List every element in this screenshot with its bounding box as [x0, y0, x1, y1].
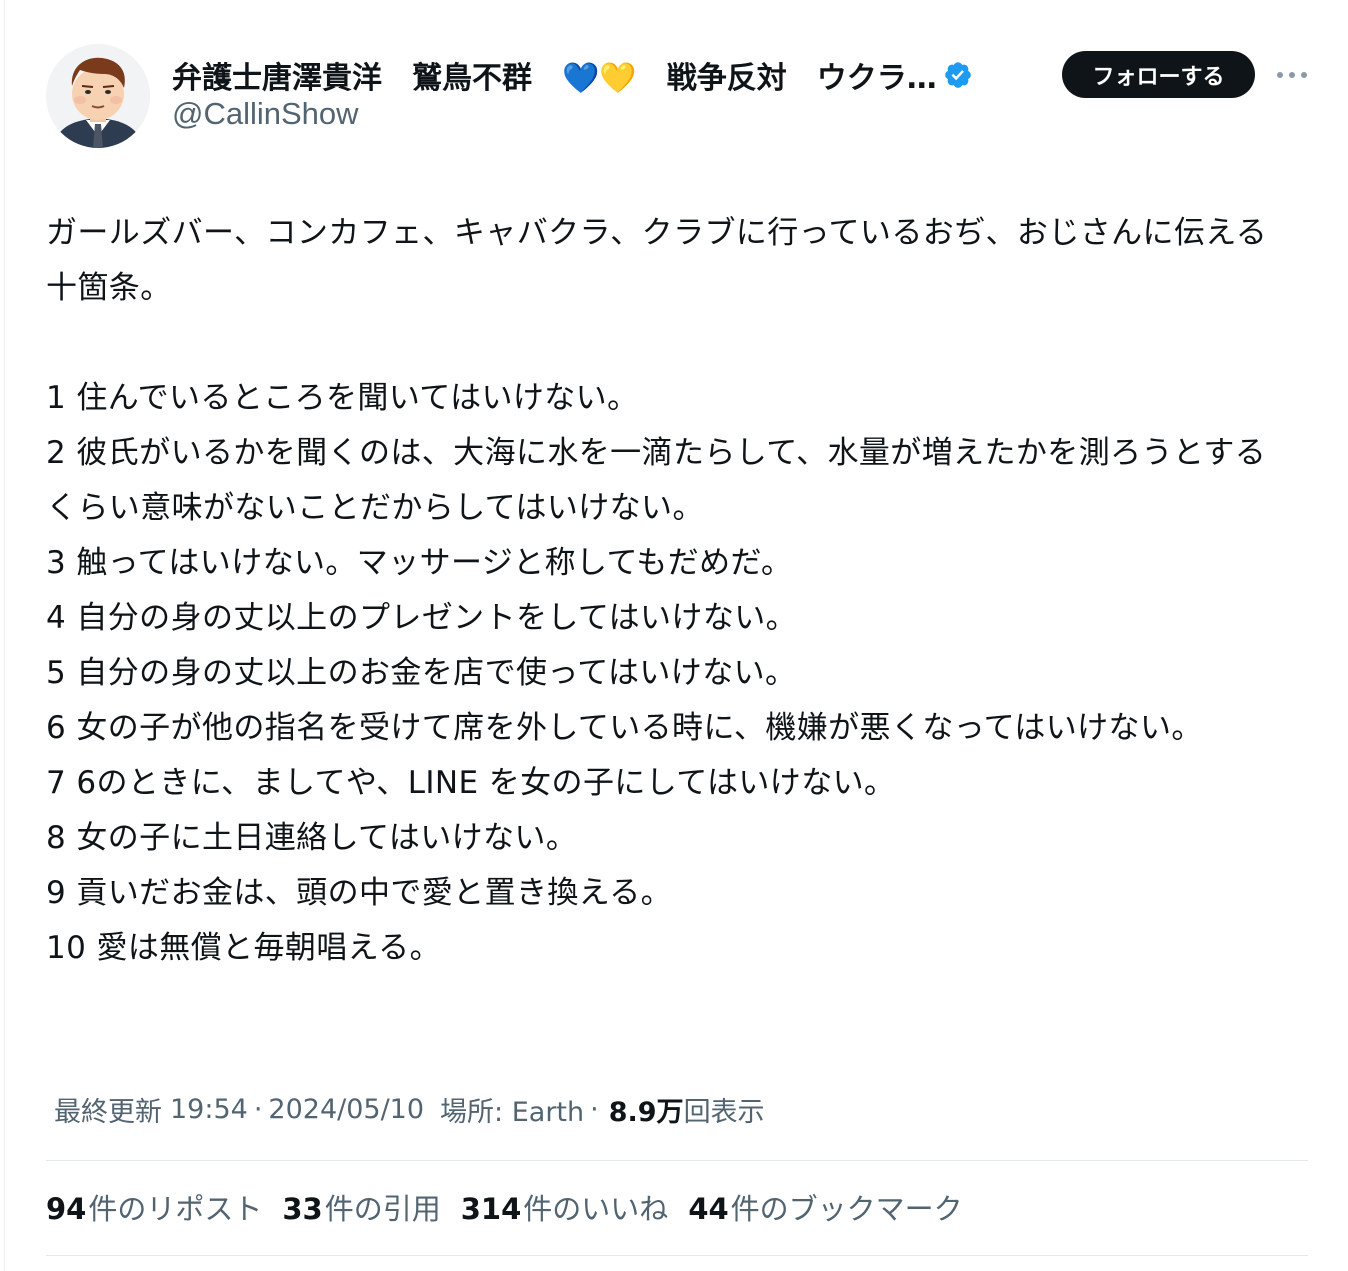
- meta-separator: ·: [590, 1093, 599, 1125]
- views-label: 回表示: [683, 1096, 765, 1128]
- stat-likes[interactable]: 314件のいいね: [461, 1186, 669, 1228]
- stat-number: 33: [282, 1192, 323, 1226]
- updated-label[interactable]: 最終更新: [54, 1090, 162, 1129]
- verified-badge-icon[interactable]: [943, 60, 973, 90]
- stat-number: 314: [460, 1192, 522, 1226]
- divider: [46, 1255, 1308, 1256]
- tweet-time[interactable]: 19:54: [170, 1094, 248, 1125]
- author-avatar[interactable]: [46, 44, 150, 148]
- stat-bookmarks[interactable]: 44件のブックマーク: [688, 1186, 962, 1228]
- views-count: 8.9万: [608, 1096, 684, 1128]
- stat-label: 件のブックマーク: [730, 1192, 963, 1226]
- stat-label: 件のリポスト: [88, 1192, 263, 1226]
- stat-label: 件の引用: [324, 1192, 441, 1226]
- tweet-meta: 最終更新 19:54 · 2024/05/10 場所: Earth · 8.9万…: [54, 1088, 765, 1130]
- stat-reposts[interactable]: 94件のリポスト: [46, 1186, 262, 1228]
- stat-label: 件のいいね: [523, 1192, 669, 1226]
- author-display-name[interactable]: 弁護士唐澤貴洋 鷲鳥不群 💙💛 戦争反対 ウクラ…: [172, 53, 937, 97]
- divider: [46, 1160, 1308, 1161]
- author-name-row: 弁護士唐澤貴洋 鷲鳥不群 💙💛 戦争反対 ウクラ…: [172, 52, 973, 98]
- engagement-stats: 94件のリポスト 33件の引用 314件のいいね 44件のブックマーク: [46, 1184, 983, 1230]
- tweet-date[interactable]: 2024/05/10: [268, 1094, 424, 1125]
- stat-number: 94: [46, 1192, 87, 1226]
- more-dots-icon: [1277, 72, 1307, 78]
- stat-quotes[interactable]: 33件の引用: [282, 1186, 440, 1228]
- tweet-location: 場所: Earth: [440, 1096, 585, 1128]
- more-options-button[interactable]: [1272, 58, 1312, 92]
- timeline-left-border: [4, 0, 5, 1271]
- tweet-text: ガールズバー、コンカフェ、キャバクラ、クラブに行っているおぢ、おじさんに伝える十…: [46, 215, 1268, 966]
- follow-button[interactable]: フォローする: [1062, 51, 1255, 98]
- stat-number: 44: [688, 1192, 729, 1226]
- author-handle[interactable]: @CallinShow: [172, 96, 359, 132]
- meta-separator: ·: [253, 1093, 263, 1125]
- cartoon-avatar-icon: [46, 44, 150, 148]
